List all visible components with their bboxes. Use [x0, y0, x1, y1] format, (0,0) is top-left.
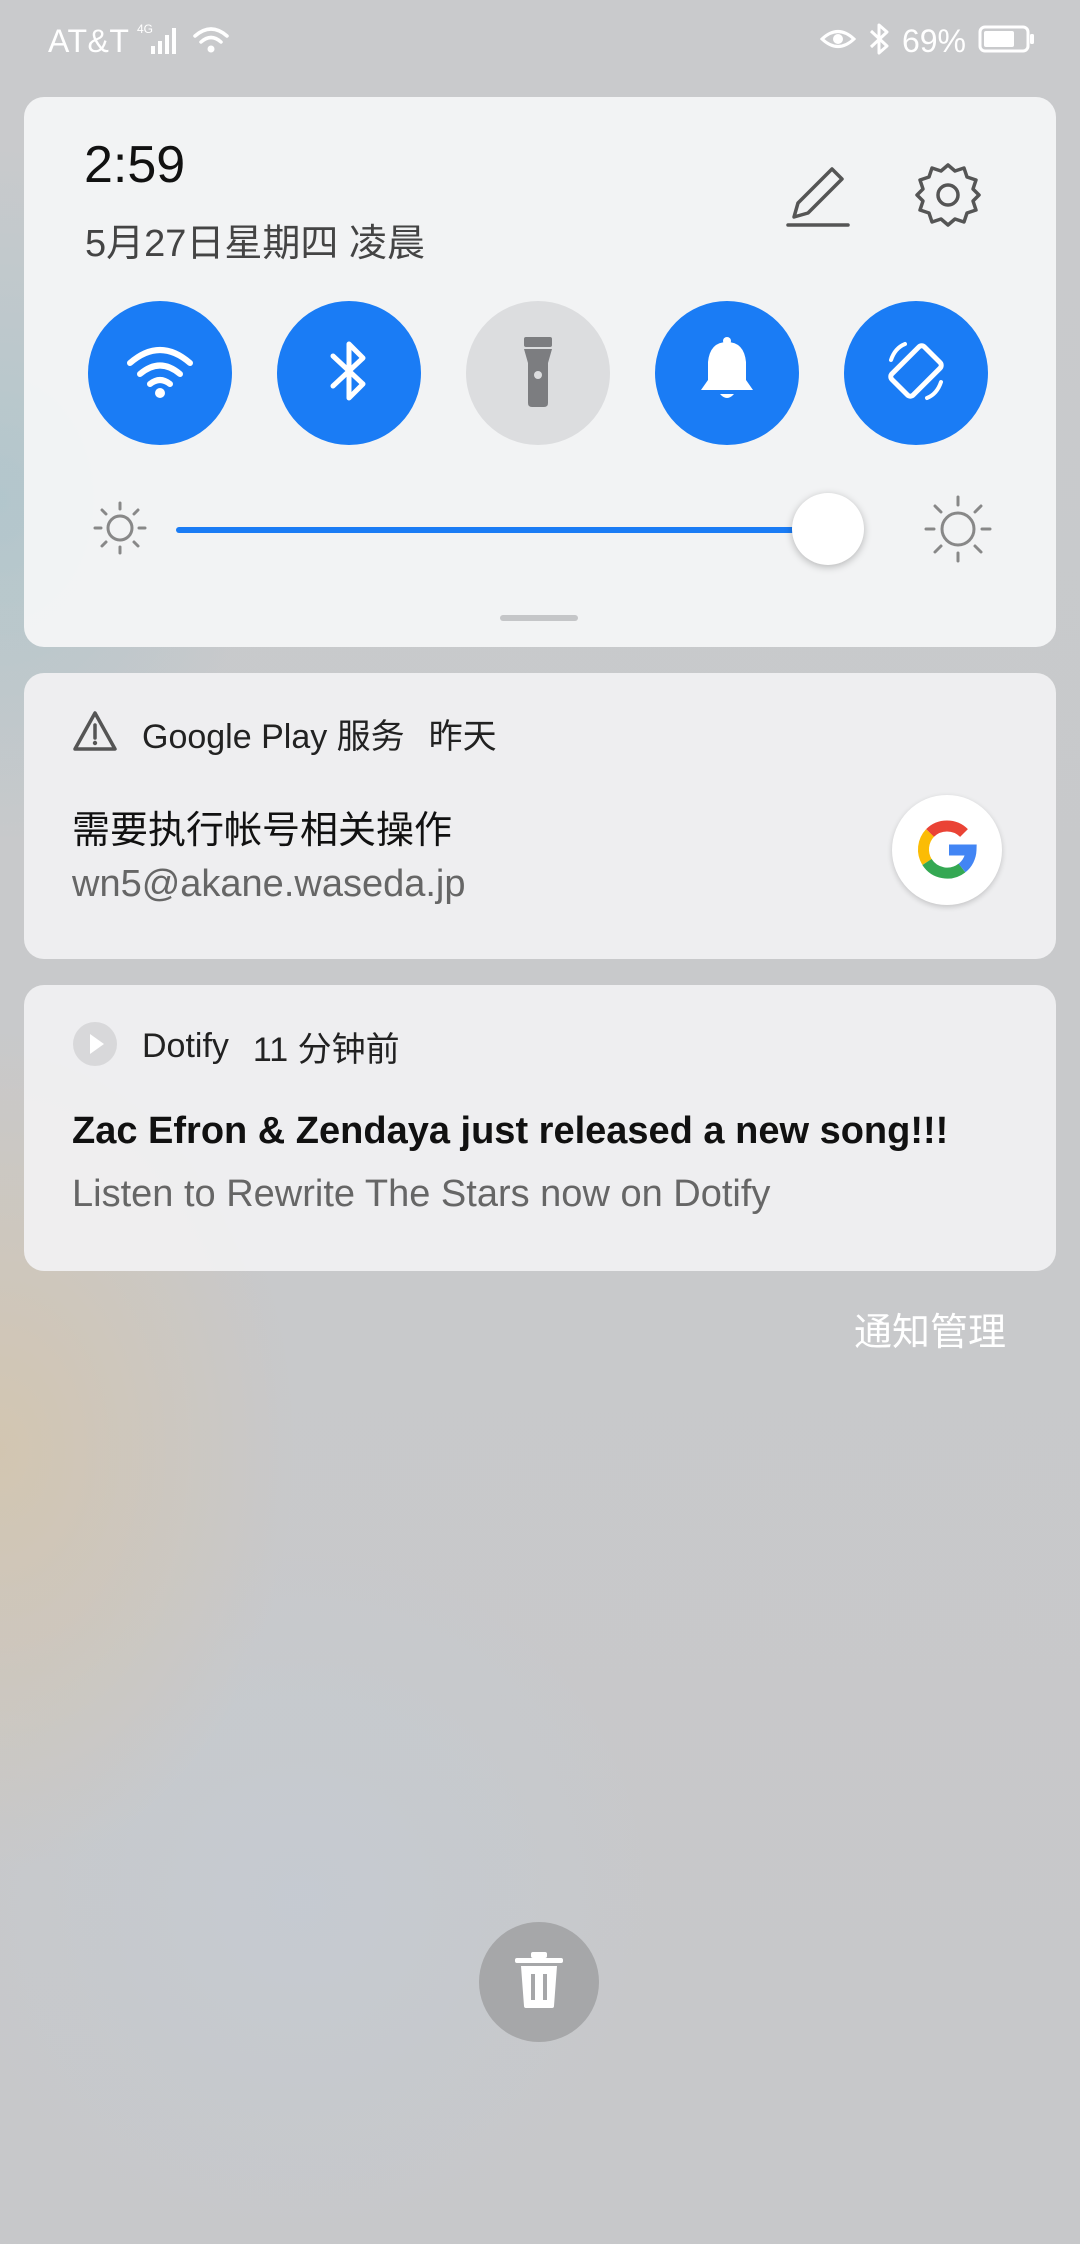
brightness-slider-thumb[interactable] [791, 493, 864, 565]
signal-icon: 4G [137, 22, 183, 61]
flashlight-icon [518, 333, 558, 414]
manage-notifications-link[interactable]: 通知管理 [854, 1301, 1006, 1356]
notification-header: Google Play 服务 昨天 [72, 709, 497, 758]
auto-rotate-toggle[interactable] [844, 301, 988, 445]
status-bar: AT&T 4G 69% [0, 0, 1080, 86]
trash-icon [511, 1950, 567, 2015]
bluetooth-icon [868, 22, 890, 61]
bluetooth-icon [327, 338, 371, 409]
brightness-low-icon [92, 500, 148, 561]
notification-app-name: Dotify [142, 1027, 229, 1065]
wifi-icon [191, 22, 231, 61]
notification-header: Dotify 11 分钟前 [72, 1021, 400, 1072]
bluetooth-toggle[interactable] [277, 301, 421, 445]
notification-time: 11 分钟前 [252, 1031, 400, 1069]
notification-time: 昨天 [428, 718, 497, 756]
clock-date: 5月27日星期四 凌晨 [85, 223, 425, 265]
panel-drag-handle[interactable] [500, 615, 578, 621]
sound-toggle[interactable] [655, 301, 799, 445]
clock-time: 2:59 [84, 136, 186, 194]
rotate-icon [881, 336, 951, 411]
battery-icon [978, 24, 1036, 59]
quick-settings-panel: 2:59 5月27日星期四 凌晨 [24, 97, 1056, 647]
notification-title: 需要执行帐号相关操作 [72, 810, 453, 852]
edit-button[interactable] [780, 157, 856, 233]
brightness-slider-track[interactable] [176, 527, 828, 533]
warning-icon [72, 710, 118, 757]
settings-button[interactable] [910, 157, 986, 233]
status-left: AT&T 4G [48, 22, 231, 61]
battery-percent: 69% [901, 23, 966, 59]
wifi-toggle[interactable] [88, 301, 232, 445]
carrier-label: AT&T [48, 23, 130, 59]
network-type: 4G [137, 22, 153, 36]
notification-body: wn5@akane.waseda.jp [72, 863, 466, 905]
notification-title: Zac Efron & Zendaya just released a new … [72, 1110, 949, 1152]
play-icon [72, 1021, 118, 1072]
notification-app-name: Google Play 服务 [142, 718, 405, 756]
wifi-icon [125, 341, 195, 406]
flashlight-toggle[interactable] [466, 301, 610, 445]
brightness-high-icon [924, 495, 992, 568]
bell-icon [696, 336, 758, 411]
status-right: 69% [819, 22, 1036, 61]
notification-card[interactable]: Google Play 服务 昨天 需要执行帐号相关操作 wn5@akane.w… [24, 673, 1056, 959]
notification-body: Listen to Rewrite The Stars now on Dotif… [72, 1173, 771, 1215]
google-icon [892, 795, 1002, 905]
gear-icon [910, 163, 986, 237]
notification-card[interactable]: Dotify 11 分钟前 Zac Efron & Zendaya just r… [24, 985, 1056, 1271]
pencil-icon [780, 167, 856, 237]
clear-all-button[interactable] [479, 1922, 599, 2042]
eye-icon [819, 24, 857, 59]
